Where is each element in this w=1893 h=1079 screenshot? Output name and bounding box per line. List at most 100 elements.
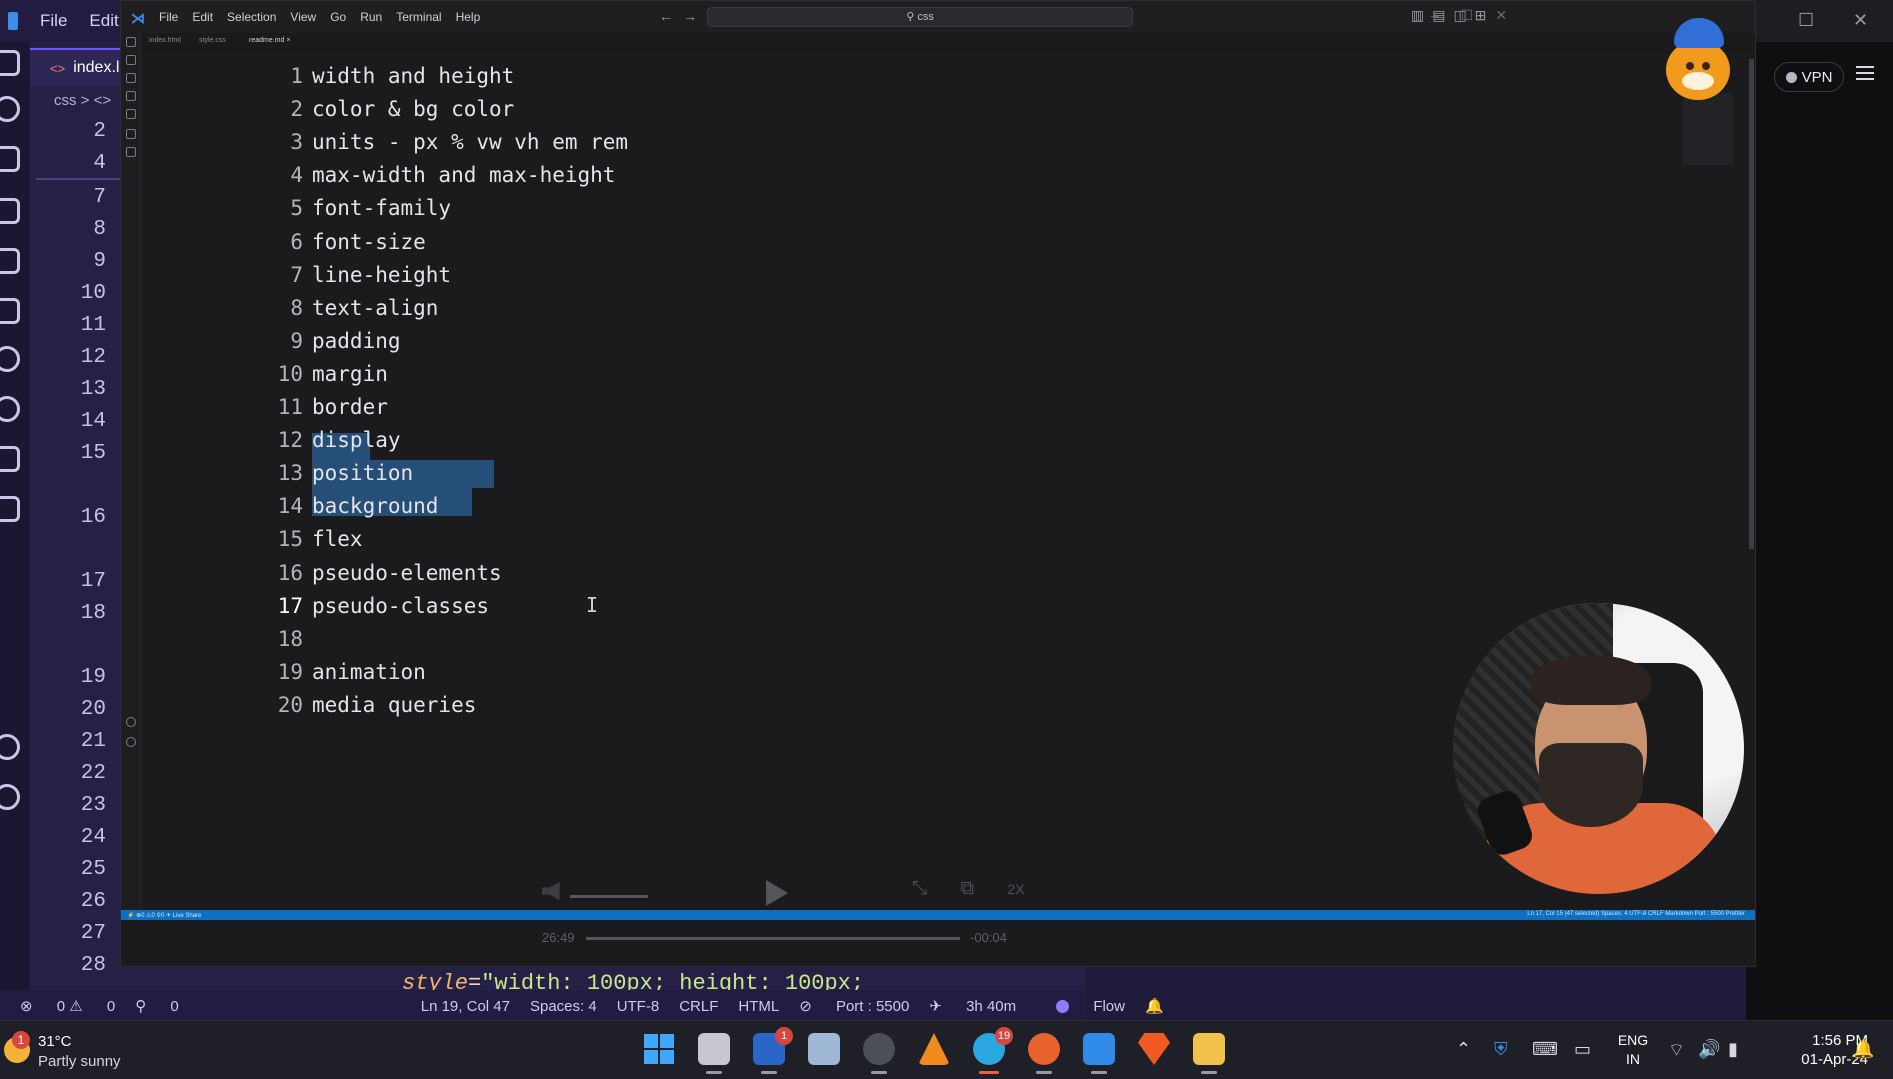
status-cursor[interactable]: Ln 19, Col 47 [421,998,510,1015]
outer-breadcrumb[interactable]: css > <> [30,92,120,114]
command-center-search[interactable]: ⚲ css [707,7,1133,27]
docker-icon[interactable] [0,446,20,472]
weather-widget[interactable]: 1 31°C Partly sunny [0,1029,140,1073]
outer-line-number: 2 [93,120,106,143]
browser-menu-icon[interactable] [1856,66,1874,80]
status-time[interactable]: ✈ 3h 40m [929,997,1016,1015]
nav-back-forward-icon[interactable]: ←→ [659,8,707,24]
line-number: 13 [277,461,303,485]
photos-app-icon[interactable] [808,1033,840,1065]
inner-docker-icon[interactable] [126,147,136,157]
inner-status-left: ⚡ ⊗0 ⚠0 ⚲0 ✈ Live Share [127,912,202,919]
status-problems[interactable]: ⊗ 0 ⚠ 0 [20,997,115,1015]
outer-line-number: 28 [80,954,106,977]
windows-taskbar: 1 31°C Partly sunny 1 19 ⌃ ⛨ ⌨ ▭ ENG IN … [0,1020,1893,1079]
outer-tab-index[interactable]: <> index.l [30,48,120,86]
source-control-icon[interactable] [0,146,20,172]
inner-menu-run[interactable]: Run [360,10,382,24]
tray-keyboard-icon[interactable]: ⌨ [1532,1039,1558,1060]
outer-current-line-marker [36,178,120,180]
inner-settings-icon[interactable] [126,737,136,747]
notification-bell-icon[interactable]: 🔔 [1145,997,1164,1015]
language-indicator[interactable]: ENG IN [1616,1031,1650,1069]
code-line-text: font-family [312,196,452,220]
tray-display-icon[interactable]: ▭ [1574,1039,1591,1060]
inner-tab-index[interactable]: index.html [149,37,181,44]
weather-badge: 1 [12,1031,30,1049]
status-spaces[interactable]: Spaces: 4 [530,998,597,1015]
extensions-icon[interactable] [0,298,20,324]
inner-extensions-icon[interactable] [126,73,136,83]
tray-security-icon[interactable]: ⛨ [1494,1039,1508,1060]
inner-debug-icon[interactable] [126,109,136,119]
status-port[interactable]: ⊘ Port : 5500 [799,997,909,1015]
outer-line-number: 12 [80,346,106,369]
inner-tab-style[interactable]: style.css [199,37,226,44]
file-explorer-app-icon[interactable] [1193,1033,1225,1074]
code-line-text: position [312,461,414,485]
paw-icon[interactable] [0,496,20,522]
lang-top: ENG [1617,1032,1649,1048]
vpn-button[interactable]: VPN [1774,62,1844,92]
status-encoding[interactable]: UTF-8 [617,998,660,1015]
todo-app-icon[interactable]: 1 [753,1027,793,1074]
run-debug-icon[interactable] [0,198,20,224]
inner-menu-edit[interactable]: Edit [192,10,213,24]
timeline-icon[interactable] [0,396,20,422]
firefox-app-icon[interactable] [1028,1033,1060,1074]
explorer-icon[interactable] [0,50,20,76]
vscode-app-icon[interactable] [1083,1033,1115,1074]
code-line-text: width and height [312,64,515,88]
status-eol[interactable]: CRLF [679,998,718,1015]
close-window-icon[interactable]: ✕ [1853,10,1868,31]
outer-menu-file[interactable]: File [40,11,67,31]
inner-account-icon[interactable] [126,717,136,727]
brave-app-icon[interactable] [1138,1033,1170,1065]
play-icon[interactable] [766,880,788,906]
status-warnings: 0 [106,998,116,1015]
inner-menu-file[interactable]: File [159,10,178,24]
inner-window-controls-icon[interactable]: –☐✕ [1431,7,1529,24]
search-icon[interactable] [0,96,20,122]
notification-center-icon[interactable]: 🔔 [1852,1039,1874,1060]
calendar-app-icon[interactable] [698,1033,730,1074]
inner-menu-help[interactable]: Help [456,10,481,24]
telegram-app-icon[interactable]: 19 [973,1027,1013,1074]
wifi-icon[interactable]: ⌔ [1668,1039,1685,1062]
status-language[interactable]: HTML [738,998,779,1015]
volume-icon[interactable] [542,882,560,900]
outer-line-number: 10 [80,282,106,305]
inner-menu-go[interactable]: Go [330,10,346,24]
maximize-icon[interactable]: ☐ [1798,10,1814,31]
vlc-app-icon[interactable] [918,1033,950,1065]
edge-icon[interactable] [0,346,20,372]
inner-search-icon[interactable] [126,55,136,65]
app-indicator-active [979,1071,999,1074]
inner-remote-icon[interactable] [126,129,136,139]
inner-tab-readme[interactable]: readme.md × [249,37,290,44]
code-line-text: font-size [312,230,426,254]
outer-line-number: 22 [80,762,106,785]
outer-menu-edit[interactable]: Edit [89,11,118,31]
editor-scrollbar[interactable] [1749,59,1754,549]
account-icon[interactable] [0,734,20,760]
inner-menu-view[interactable]: View [290,10,316,24]
inner-explorer-icon[interactable] [126,37,136,47]
inner-menu-selection[interactable]: Selection [227,10,276,24]
unity-app-icon[interactable] [863,1033,895,1074]
speaker-icon[interactable]: 🔊 [1698,1039,1720,1060]
speed-label[interactable]: 2X [1007,881,1024,897]
remote-explorer-icon[interactable] [0,248,20,274]
status-ports[interactable]: ⚲ 0 [135,997,179,1015]
inner-source-control-icon[interactable] [126,91,136,101]
tray-chevron-up-icon[interactable]: ⌃ [1456,1039,1471,1060]
inner-menu-terminal[interactable]: Terminal [396,10,441,24]
inner-vscode-logo-icon: ⋊ [131,10,145,26]
volume-slider[interactable] [570,895,648,898]
player-extra-icons[interactable]: ⤡ ⧉ 2X [912,878,1024,900]
settings-gear-icon[interactable] [0,784,20,810]
progress-bar[interactable] [586,937,960,940]
battery-icon[interactable]: ▮ [1728,1039,1738,1060]
status-flow[interactable]: Flow [1036,998,1125,1015]
start-button[interactable] [643,1033,675,1065]
